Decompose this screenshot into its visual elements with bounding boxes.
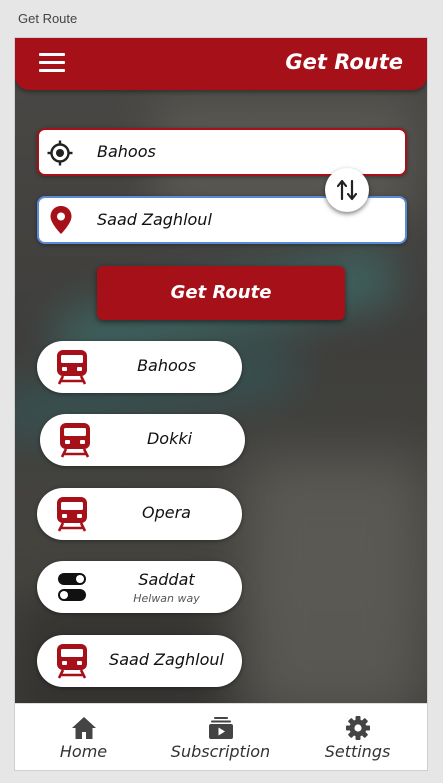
get-route-button[interactable]: Get Route	[97, 266, 345, 320]
window-title: Get Route	[18, 11, 78, 26]
nav-item-home[interactable]: Home	[15, 704, 152, 770]
station-item[interactable]: Opera	[37, 488, 242, 540]
app-bar-title: Get Route	[285, 50, 403, 74]
toggle-switch-icon	[58, 573, 86, 601]
train-icon	[60, 423, 90, 458]
station-name: Bahoos	[137, 356, 196, 375]
station-name: Dokki	[146, 429, 193, 448]
crosshair-location-icon	[47, 140, 73, 166]
train-icon	[57, 644, 87, 679]
swap-vertical-arrows-icon	[336, 179, 358, 201]
from-station-value: Bahoos	[97, 142, 156, 161]
station-line-note: Helwan way	[133, 592, 200, 605]
station-item[interactable]: Dokki	[40, 414, 245, 466]
nav-item-subscription[interactable]: Subscription	[152, 704, 289, 770]
train-icon	[57, 497, 87, 532]
app-bar: Get Route	[15, 38, 427, 90]
bottom-navigation: Home Subscription Settings	[15, 703, 427, 770]
station-name: Opera	[142, 503, 191, 522]
gear-icon	[346, 716, 370, 740]
station-name: Saddat	[138, 570, 195, 589]
swap-stations-button[interactable]	[325, 168, 369, 212]
subscription-icon	[209, 717, 233, 739]
station-name: Saad Zaghloul	[109, 650, 224, 669]
station-item[interactable]: Saddat Helwan way	[37, 561, 242, 613]
nav-item-settings[interactable]: Settings	[289, 704, 426, 770]
station-item[interactable]: Bahoos	[37, 341, 242, 393]
to-station-value: Saad Zaghloul	[97, 210, 212, 229]
map-pin-icon	[50, 206, 72, 234]
station-item[interactable]: Saad Zaghloul	[37, 635, 242, 687]
nav-label-home: Home	[59, 742, 108, 761]
hamburger-menu-icon[interactable]	[39, 53, 65, 73]
train-icon	[57, 350, 87, 385]
home-icon	[72, 717, 96, 739]
nav-label-subscription: Subscription	[170, 742, 271, 761]
app-window: Get Route Bahoos Saad Zaghloul Get Route	[14, 37, 428, 771]
nav-label-settings: Settings	[324, 742, 391, 761]
